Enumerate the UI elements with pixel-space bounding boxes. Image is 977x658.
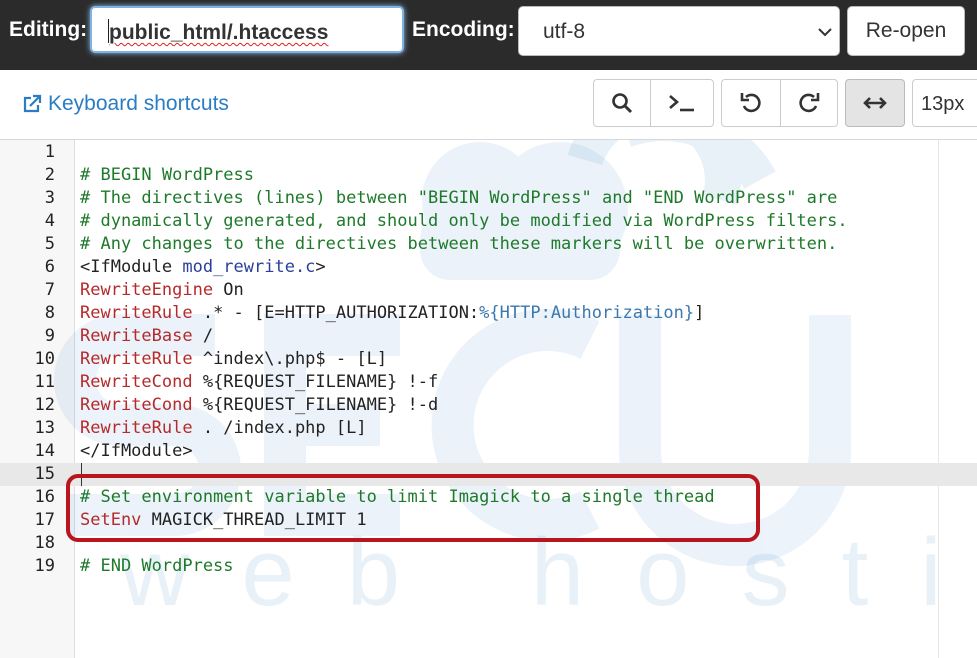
token-kw: RewriteEngine — [80, 280, 214, 300]
code-text: RewriteEngine On — [80, 279, 244, 302]
line-number: 8 — [44, 303, 55, 323]
redo-button[interactable] — [780, 79, 838, 127]
token-tag: </IfModule> — [80, 441, 193, 461]
token-plain: ^index\.php$ - [L] — [192, 349, 388, 369]
chevron-down-icon — [818, 28, 832, 37]
code-text: RewriteRule .* - [E=HTTP_AUTHORIZATION:%… — [80, 302, 704, 325]
token-kw: RewriteBase — [80, 326, 193, 346]
text-caret — [108, 19, 109, 43]
token-comment: # END WordPress — [80, 556, 234, 576]
token-comment: # The directives (lines) between "BEGIN … — [80, 188, 838, 208]
token-kw: RewriteRule — [80, 349, 193, 369]
encoding-label: Encoding: — [412, 18, 515, 41]
code-text: # dynamically generated, and should only… — [80, 210, 848, 233]
file-path-text: public_html/.htaccess — [109, 21, 329, 44]
token-comment: # BEGIN WordPress — [80, 165, 254, 185]
code-line[interactable]: 4 # dynamically generated, and should onl… — [0, 210, 977, 233]
search-button[interactable] — [593, 79, 651, 127]
line-number: 15 — [34, 464, 55, 484]
reopen-button[interactable]: Re-open — [847, 6, 965, 56]
highlight-annotation-box — [66, 474, 760, 542]
external-link-icon — [23, 94, 42, 113]
file-path-input[interactable]: public_html/.htaccess — [90, 6, 404, 53]
token-plain: ] — [694, 303, 705, 323]
line-number: 2 — [44, 165, 55, 185]
line-number: 14 — [34, 441, 55, 461]
token-tag: > — [315, 257, 326, 277]
search-icon — [612, 93, 633, 114]
token-var: %{HTTP:Authorization} — [479, 303, 695, 323]
code-line[interactable]: 12 RewriteCond %{REQUEST_FILENAME} !-d — [0, 394, 977, 417]
line-number: 19 — [34, 556, 55, 576]
horizontal-arrows-icon — [863, 97, 887, 109]
line-number: 4 — [44, 211, 55, 231]
keyboard-shortcuts-link[interactable]: Keyboard shortcuts — [22, 92, 229, 116]
word-wrap-toggle[interactable] — [845, 79, 905, 127]
goto-line-button[interactable] — [650, 79, 714, 127]
line-number: 10 — [34, 349, 55, 369]
code-text: <IfModule mod_rewrite.c> — [80, 256, 326, 279]
code-line[interactable]: 9 RewriteBase / — [0, 325, 977, 348]
token-kw: RewriteRule — [80, 303, 193, 323]
code-editor[interactable]: web hosting 12# BEGIN WordPress3# The di… — [0, 140, 977, 658]
encoding-select[interactable]: utf-8 — [518, 6, 840, 56]
line-number: 11 — [34, 372, 55, 392]
code-line[interactable]: 2 # BEGIN WordPress — [0, 164, 977, 187]
code-text: RewriteCond %{REQUEST_FILENAME} !-f — [80, 371, 438, 394]
line-number: 3 — [44, 188, 55, 208]
code-text: RewriteRule . /index.php [L] — [80, 417, 367, 440]
line-number: 17 — [34, 510, 55, 530]
code-text: # BEGIN WordPress — [80, 164, 254, 187]
token-attr: mod_rewrite.c — [182, 257, 316, 277]
line-number: 1 — [44, 142, 55, 162]
token-comment: # Any changes to the directives between … — [80, 234, 838, 254]
code-line[interactable]: 13 RewriteRule . /index.php [L] — [0, 417, 977, 440]
line-number: 7 — [44, 280, 55, 300]
code-text: # END WordPress — [80, 555, 234, 578]
code-text: RewriteBase / — [80, 325, 213, 348]
token-kw: RewriteCond — [80, 372, 193, 392]
code-text: # Any changes to the directives between … — [80, 233, 837, 256]
code-line[interactable]: 14 </IfModule> — [0, 440, 977, 463]
font-size-select[interactable]: 13px — [912, 79, 977, 127]
line-number: 16 — [34, 487, 55, 507]
code-line[interactable]: 6 <IfModule mod_rewrite.c> — [0, 256, 977, 279]
code-line[interactable]: 5 # Any changes to the directives between… — [0, 233, 977, 256]
token-plain: .* - [E=HTTP_AUTHORIZATION: — [192, 303, 480, 323]
terminal-icon — [669, 95, 694, 112]
redo-icon — [799, 93, 820, 113]
code-line[interactable]: 7 RewriteEngine On — [0, 279, 977, 302]
token-tag: <IfModule — [80, 257, 183, 277]
token-plain: %{REQUEST_FILENAME} !-f — [192, 372, 439, 392]
line-number: 6 — [44, 257, 55, 277]
code-line[interactable]: 19 # END WordPress — [0, 555, 977, 578]
token-kw: RewriteRule — [80, 418, 193, 438]
code-line[interactable]: 8 RewriteRule .* - [E=HTTP_AUTHORIZATION:… — [0, 302, 977, 325]
undo-button[interactable] — [721, 79, 781, 127]
token-plain: %{REQUEST_FILENAME} !-d — [192, 395, 439, 415]
line-number: 13 — [34, 418, 55, 438]
code-text: RewriteRule ^index\.php$ - [L] — [80, 348, 387, 371]
token-plain: / — [192, 326, 214, 346]
code-line[interactable]: 11 RewriteCond %{REQUEST_FILENAME} !-f — [0, 371, 977, 394]
code-line[interactable]: 3 # The directives (lines) between "BEGIN… — [0, 187, 977, 210]
code-line[interactable]: 10 RewriteRule ^index\.php$ - [L] — [0, 348, 977, 371]
code-text: RewriteCond %{REQUEST_FILENAME} !-d — [80, 394, 438, 417]
keyboard-shortcuts-label: Keyboard shortcuts — [48, 92, 229, 115]
code-line[interactable]: 1 — [0, 141, 977, 164]
undo-icon — [740, 93, 761, 113]
token-comment: # dynamically generated, and should only… — [80, 211, 848, 231]
token-kw: RewriteCond — [80, 395, 193, 415]
font-size-value: 13px — [921, 93, 965, 115]
line-number: 12 — [34, 395, 55, 415]
encoding-value: utf-8 — [543, 20, 586, 43]
line-number: 18 — [34, 533, 55, 553]
code-text: </IfModule> — [80, 440, 193, 463]
line-number: 9 — [44, 326, 55, 346]
token-plain: . /index.php [L] — [192, 418, 367, 438]
line-number: 5 — [44, 234, 55, 254]
code-text: # The directives (lines) between "BEGIN … — [80, 187, 837, 210]
editing-label: Editing: — [9, 18, 88, 41]
token-plain: On — [213, 280, 244, 300]
